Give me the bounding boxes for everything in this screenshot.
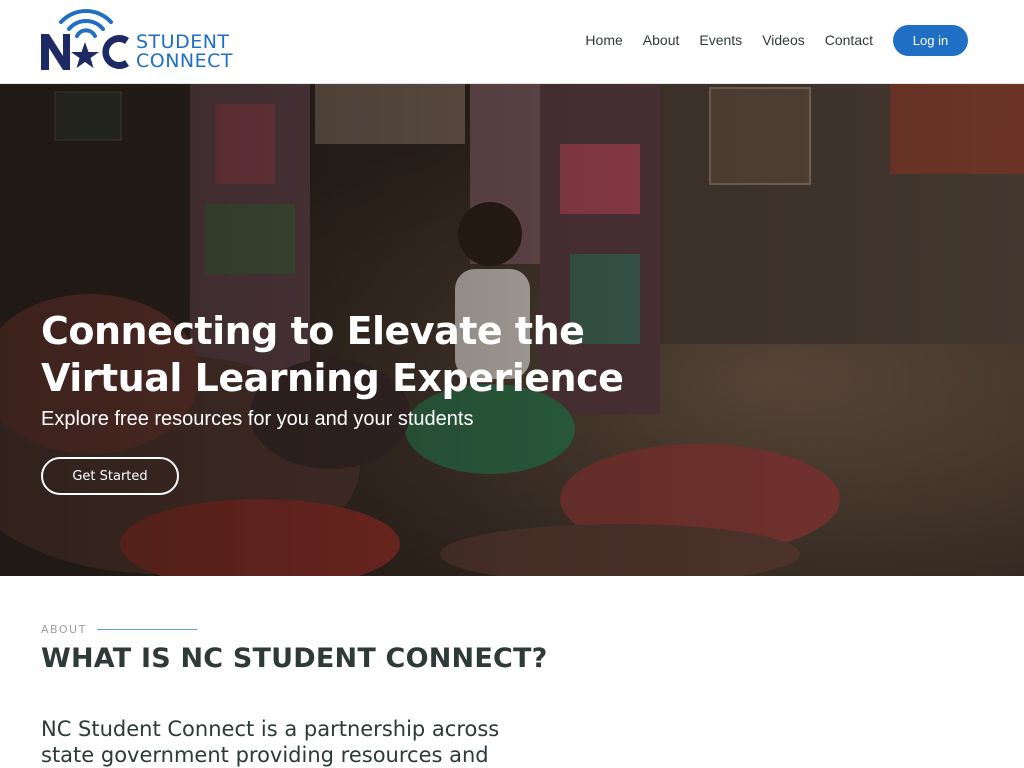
logo-line-connect: CONNECT	[136, 50, 234, 72]
about-body-line-1: NC Student Connect is a partnership acro…	[41, 717, 500, 741]
hero-title: Connecting to Elevate the Virtual Learni…	[41, 308, 681, 402]
eyebrow-divider	[96, 629, 197, 630]
about-body-line-2: state government providing resources and	[41, 743, 489, 767]
nc-student-connect-logo[interactable]: STUDENT CONNECT	[39, 8, 239, 74]
nav-contact[interactable]: Contact	[825, 32, 873, 48]
logo-wordmark: STUDENT CONNECT	[136, 33, 233, 71]
about-heading: WHAT IS NC STUDENT CONNECT?	[41, 643, 548, 674]
main-nav: Home About Events Videos Contact Log in	[585, 0, 968, 80]
nav-home[interactable]: Home	[585, 32, 622, 48]
nav-videos[interactable]: Videos	[762, 32, 805, 48]
site-header: STUDENT CONNECT Home About Events Videos…	[0, 0, 1024, 84]
nav-about[interactable]: About	[643, 32, 680, 48]
about-body: NC Student Connect is a partnership acro…	[41, 716, 511, 768]
hero-subtitle: Explore free resources for you and your …	[41, 408, 474, 430]
nav-events[interactable]: Events	[699, 32, 742, 48]
hero-section: Connecting to Elevate the Virtual Learni…	[0, 84, 1024, 576]
hero-title-line-2: Virtual Learning Experience	[41, 356, 624, 400]
logo-mark-icon	[41, 9, 129, 70]
get-started-button[interactable]: Get Started	[41, 457, 179, 495]
hero-title-line-1: Connecting to Elevate the	[41, 309, 585, 353]
about-eyebrow-label: ABOUT	[41, 623, 87, 636]
about-eyebrow: ABOUT	[41, 623, 197, 636]
login-button[interactable]: Log in	[893, 24, 968, 56]
